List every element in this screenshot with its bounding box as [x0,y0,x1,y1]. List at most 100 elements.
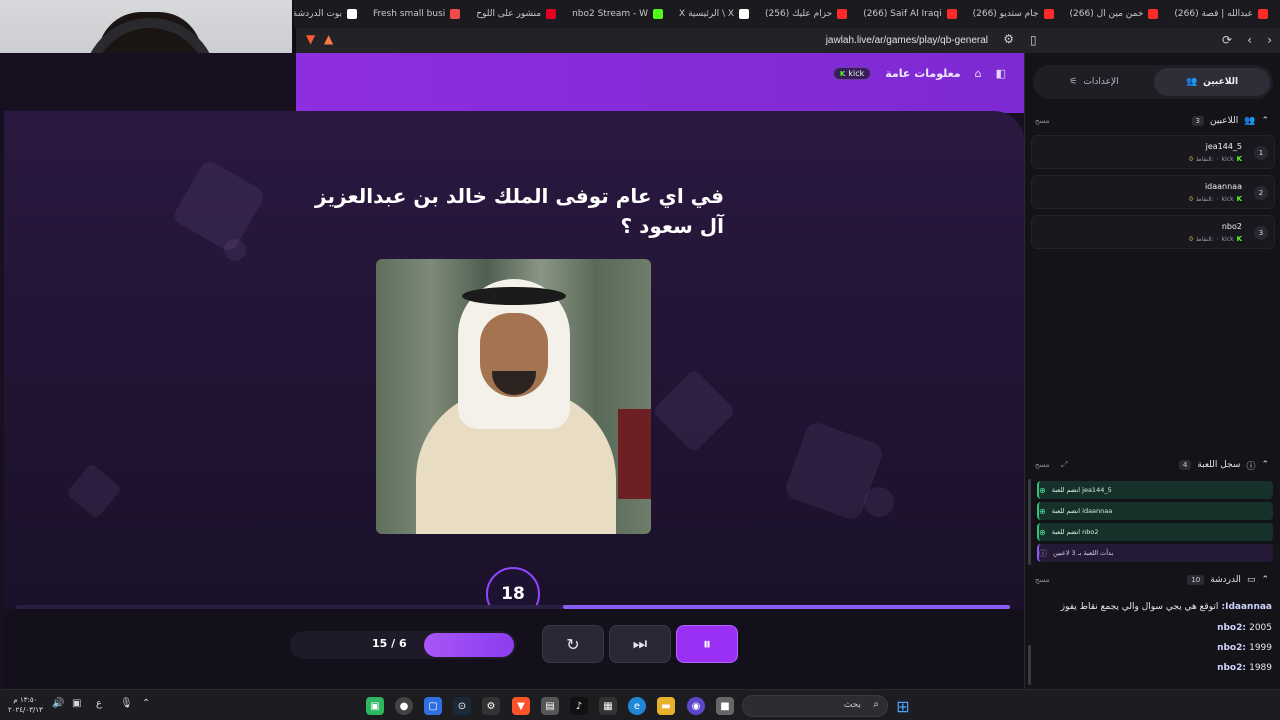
browser-tab-label: X الرئيسية \ X [679,9,734,19]
system-clock[interactable]: ١٣:٥٠ م ٢٠٢٤/٠٣/١٣ [8,695,43,715]
game-controls: 15 / 6 ↻ ⏭ ⏸ [4,609,1024,689]
app-icon-blue[interactable]: ▢ [424,697,442,715]
chat-scrollbar[interactable] [1028,645,1031,685]
player-row[interactable]: 3 nbo2 Kkick · النقاط: 0 [1031,215,1275,249]
brave-rewards-icon[interactable]: ▲ [324,32,333,46]
meta-separator: · [1216,155,1219,163]
restart-icon: ↻ [566,634,580,654]
browser-tab[interactable]: nbo2 Stream - W [564,3,671,25]
player-name: jea144_5 [1205,142,1242,151]
app-icon-purple[interactable]: ◉ [687,697,705,715]
notepad-icon[interactable]: ▤ [541,697,559,715]
log-scrollbar[interactable] [1028,479,1031,565]
players-clear-button[interactable]: مسح [1035,117,1050,125]
browser-tab[interactable]: X الرئيسية \ X [671,3,757,25]
users-icon: 👥 [1185,77,1198,87]
browser-tab[interactable]: منشور على اللوح [468,3,564,25]
chat-text: اتوقع هي يجي سوال والي يجمع نقاط يفوز [1060,602,1219,612]
bookmark-icon[interactable]: ▯ [1030,33,1037,47]
chat-username[interactable]: nbo2 [1217,663,1242,673]
chat-clear-button[interactable]: مسح [1035,576,1050,584]
log-entry-text: nbo2 انضم للعبة [1051,528,1099,536]
browser-tab[interactable]: (266) جام ستديو [965,3,1062,25]
chat-username[interactable]: Idaannaa [1225,602,1272,612]
browser-tab[interactable]: (266) Saif Al Iraqi [855,3,964,25]
chevron-left-icon[interactable]: ‹ [1247,33,1252,47]
player-platform: kick [1221,155,1234,163]
game-header-tools: Kkick معلومات عامة ⌂ ◧ [832,67,1006,80]
player-points-label: النقاط: [1195,195,1214,203]
skip-button[interactable]: ⏭ [609,625,671,663]
chat-message: nbo2: 1989 [1217,663,1272,673]
category-title: معلومات عامة [885,67,961,80]
microphone-icon[interactable]: 🎙 [120,698,133,709]
decor-circle [864,487,894,517]
chevron-up-icon[interactable]: ⌃ [1261,460,1269,470]
home-icon[interactable]: ⌂ [975,67,982,80]
player-points: 0 [1189,195,1193,203]
user-joined-icon: ⊕ [1039,527,1046,537]
browser-tab[interactable]: (266) خمن مين ال [1062,3,1167,25]
chat-text: 1999 [1249,643,1272,653]
steam-icon[interactable]: ⊙ [453,697,471,715]
browser-address-bar: › ‹ ⟳ ▯ ▼ ▲ jawlah.live/ar/games/play/qb… [296,28,1280,53]
kick-icon: K [1236,195,1242,203]
app-icon-gray[interactable]: ■ [716,697,734,715]
browser-tab[interactable]: (256) حزام عليك [757,3,855,25]
pause-button[interactable]: ⏸ [676,625,738,663]
brave-shield-icon[interactable]: ▼ [306,32,315,46]
brave-icon[interactable]: ▼ [512,697,530,715]
pause-icon: ⏸ [702,634,711,653]
log-count-badge: 4 [1178,460,1192,470]
sidebar-toggle-icon[interactable]: ◧ [996,67,1006,80]
expand-icon[interactable]: ⤢ [1061,460,1067,470]
tiktok-icon[interactable]: ♪ [570,697,588,715]
restart-button[interactable]: ↻ [542,625,604,663]
tab-players[interactable]: 👥 اللاعبين [1154,68,1270,96]
user-joined-icon: ⊕ [1039,485,1046,495]
player-row[interactable]: 1 jea144_5 Kkick · النقاط: 0 [1031,135,1275,169]
browser-tab[interactable]: (266) عبدالله | قصة [1166,3,1276,25]
player-row[interactable]: 2 idaannaa Kkick · النقاط: 0 [1031,175,1275,209]
question-counter-text: 15 / 6 [372,637,407,650]
taskbar-search[interactable]: ⌕ بحث [742,695,888,717]
settings-icon[interactable]: ⚙ [482,697,500,715]
chat-text: 2005 [1249,623,1272,633]
site-settings-icon[interactable]: ⚙ [1003,32,1014,46]
browser-tab[interactable]: Fresh small busi [365,3,468,25]
player-points: 0 [1189,235,1193,243]
chevron-up-icon[interactable]: ⌃ [1261,575,1269,585]
clock-time: ١٣:٥٠ م [13,696,38,704]
store-icon[interactable]: ▦ [599,697,617,715]
chat-username[interactable]: nbo2 [1217,623,1242,633]
app-icon-green[interactable]: ▣ [366,697,384,715]
edge-icon[interactable]: e [628,697,646,715]
users-icon: 👥 [1244,116,1256,126]
chat-username[interactable]: nbo2 [1217,643,1242,653]
tab-favicon-icon [1043,9,1054,19]
log-clear-button[interactable]: مسح [1035,461,1050,469]
volume-icon[interactable]: 🔊 [52,698,64,709]
tab-favicon-icon [946,9,957,19]
chevron-up-icon[interactable]: ⌃ [1261,116,1269,126]
decor-shape [65,462,123,520]
log-entry-text: jea144_5 انضم للعبة [1051,486,1112,494]
chevron-right-icon[interactable]: › [1267,33,1272,47]
log-entry: ⊕ nbo2 انضم للعبة [1037,523,1273,541]
taskbar-search-placeholder: بحث [843,700,861,710]
url-field[interactable]: ▼ ▲ jawlah.live/ar/games/play/qb-general… [302,31,1024,50]
player-points-label: النقاط: [1195,155,1214,163]
tab-favicon-icon [1148,9,1159,19]
log-section-header[interactable]: ⌃ ⓘ سجل اللعبة 4 ⤢ مسح [1031,455,1269,475]
tab-settings[interactable]: ⚟ الإعدادات [1036,68,1152,96]
language-indicator[interactable]: ع [96,698,102,709]
reload-icon[interactable]: ⟳ [1222,33,1232,47]
network-icon[interactable]: ▣ [72,698,81,709]
app-icon-record[interactable]: ● [395,697,413,715]
folder-icon[interactable]: ▬ [657,697,675,715]
windows-start-icon[interactable]: ⊞ [894,697,912,716]
question-text: في اي عام توفى الملك خالد بن عبدالعزيز آ… [315,184,724,238]
chevron-up-icon[interactable]: ⌃ [142,698,150,709]
chat-section-header[interactable]: ⌃ ▭ الدردشة 10 مسح [1031,570,1269,590]
players-section-header[interactable]: ⌃ 👥 اللاعبين 3 مسح [1031,111,1269,131]
